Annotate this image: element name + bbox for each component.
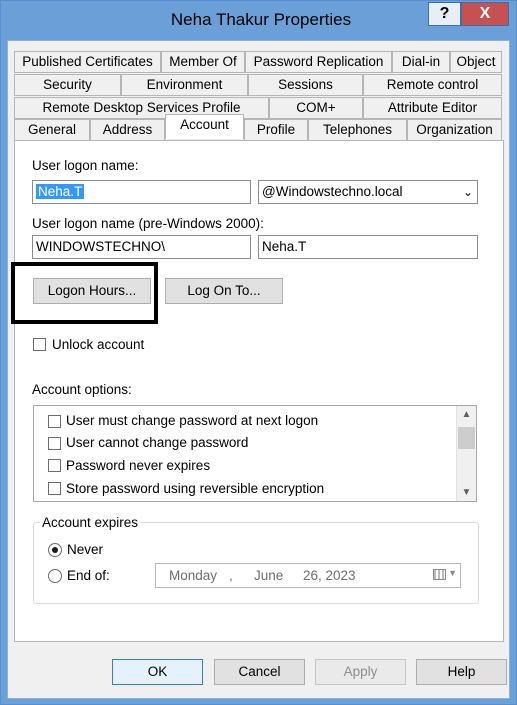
domain-suffix-value: @Windowstechno.local — [262, 184, 403, 199]
logon-name-input[interactable]: Neha.T — [32, 180, 251, 204]
option-label: Password never expires — [66, 458, 211, 473]
log-on-to-button[interactable]: Log On To... — [165, 278, 283, 304]
logon-name-label: User logon name: — [32, 158, 139, 173]
end-of-label: End of: — [67, 568, 110, 583]
scroll-thumb[interactable] — [458, 427, 475, 449]
tab-account[interactable]: Account — [165, 114, 244, 139]
option-label: Store password using reversible encrypti… — [66, 481, 325, 496]
tab-profile[interactable]: Profile — [244, 119, 308, 141]
date-month: June — [254, 568, 284, 583]
close-button[interactable]: X — [461, 2, 509, 26]
tab-sessions[interactable]: Sessions — [248, 74, 363, 96]
tab-object[interactable]: Object — [450, 51, 502, 73]
tab-published-certificates[interactable]: Published Certificates — [14, 51, 161, 73]
tab-organization[interactable]: Organization — [407, 119, 502, 141]
help-title-button[interactable]: ? — [428, 2, 461, 26]
pre2000-name-input[interactable]: Neha.T — [258, 235, 478, 259]
tab-telephones[interactable]: Telephones — [308, 119, 407, 141]
account-options-label: Account options: — [32, 382, 132, 397]
tab-security[interactable]: Security — [14, 74, 121, 96]
help-button[interactable]: Help — [416, 659, 507, 685]
date-day-year: 26, 2023 — [303, 568, 356, 583]
account-expires-label: Account expires — [40, 515, 141, 530]
logon-name-value: Neha.T — [36, 184, 85, 199]
tab-com-plus[interactable]: COM+ — [269, 97, 363, 119]
apply-button[interactable]: Apply — [315, 659, 406, 685]
cancel-button[interactable]: Cancel — [214, 659, 305, 685]
option-label: User must change password at next logon — [66, 413, 319, 428]
calendar-icon[interactable] — [433, 569, 446, 580]
option-checkbox[interactable] — [48, 415, 61, 428]
tab-remote-control[interactable]: Remote control — [363, 74, 502, 96]
tab-address[interactable]: Address — [90, 119, 165, 141]
never-radio[interactable] — [48, 543, 62, 557]
title-bar[interactable]: Neha Thakur Properties ? X — [1, 1, 516, 41]
option-checkbox[interactable] — [48, 437, 61, 450]
domain-suffix-select[interactable]: @Windowstechno.local ⌄ — [258, 180, 478, 204]
never-label: Never — [67, 542, 104, 557]
chevron-down-icon[interactable]: ▼ — [448, 568, 457, 578]
date-weekday: Monday — [169, 568, 218, 583]
logon-hours-highlight — [11, 262, 158, 324]
scroll-down-icon[interactable]: ▼ — [457, 484, 476, 501]
end-of-radio[interactable] — [48, 569, 62, 583]
option-checkbox[interactable] — [48, 459, 61, 472]
date-separator: , — [229, 568, 233, 583]
unlock-account-checkbox[interactable] — [33, 338, 46, 351]
option-checkbox[interactable] — [48, 482, 61, 495]
chevron-down-icon: ⌄ — [462, 185, 473, 199]
tab-general[interactable]: General — [14, 119, 90, 141]
tab-member-of[interactable]: Member Of — [161, 51, 245, 73]
pre2000-domain-field: WINDOWSTECHNO\ — [32, 235, 251, 259]
unlock-account-label: Unlock account — [52, 337, 145, 352]
ok-button[interactable]: OK — [112, 659, 203, 685]
expiry-date-picker[interactable]: Monday , June 26, 2023 ▼ — [155, 563, 461, 588]
pre2000-label: User logon name (pre-Windows 2000): — [32, 216, 264, 231]
tab-dial-in[interactable]: Dial-in — [392, 51, 450, 73]
tab-environment[interactable]: Environment — [121, 74, 248, 96]
option-label: User cannot change password — [66, 435, 249, 450]
tab-attribute-editor[interactable]: Attribute Editor — [363, 97, 502, 119]
options-scrollbar[interactable]: ▲ ▼ — [456, 406, 476, 501]
tab-password-replication[interactable]: Password Replication — [245, 51, 392, 73]
scroll-up-icon[interactable]: ▲ — [457, 406, 476, 423]
